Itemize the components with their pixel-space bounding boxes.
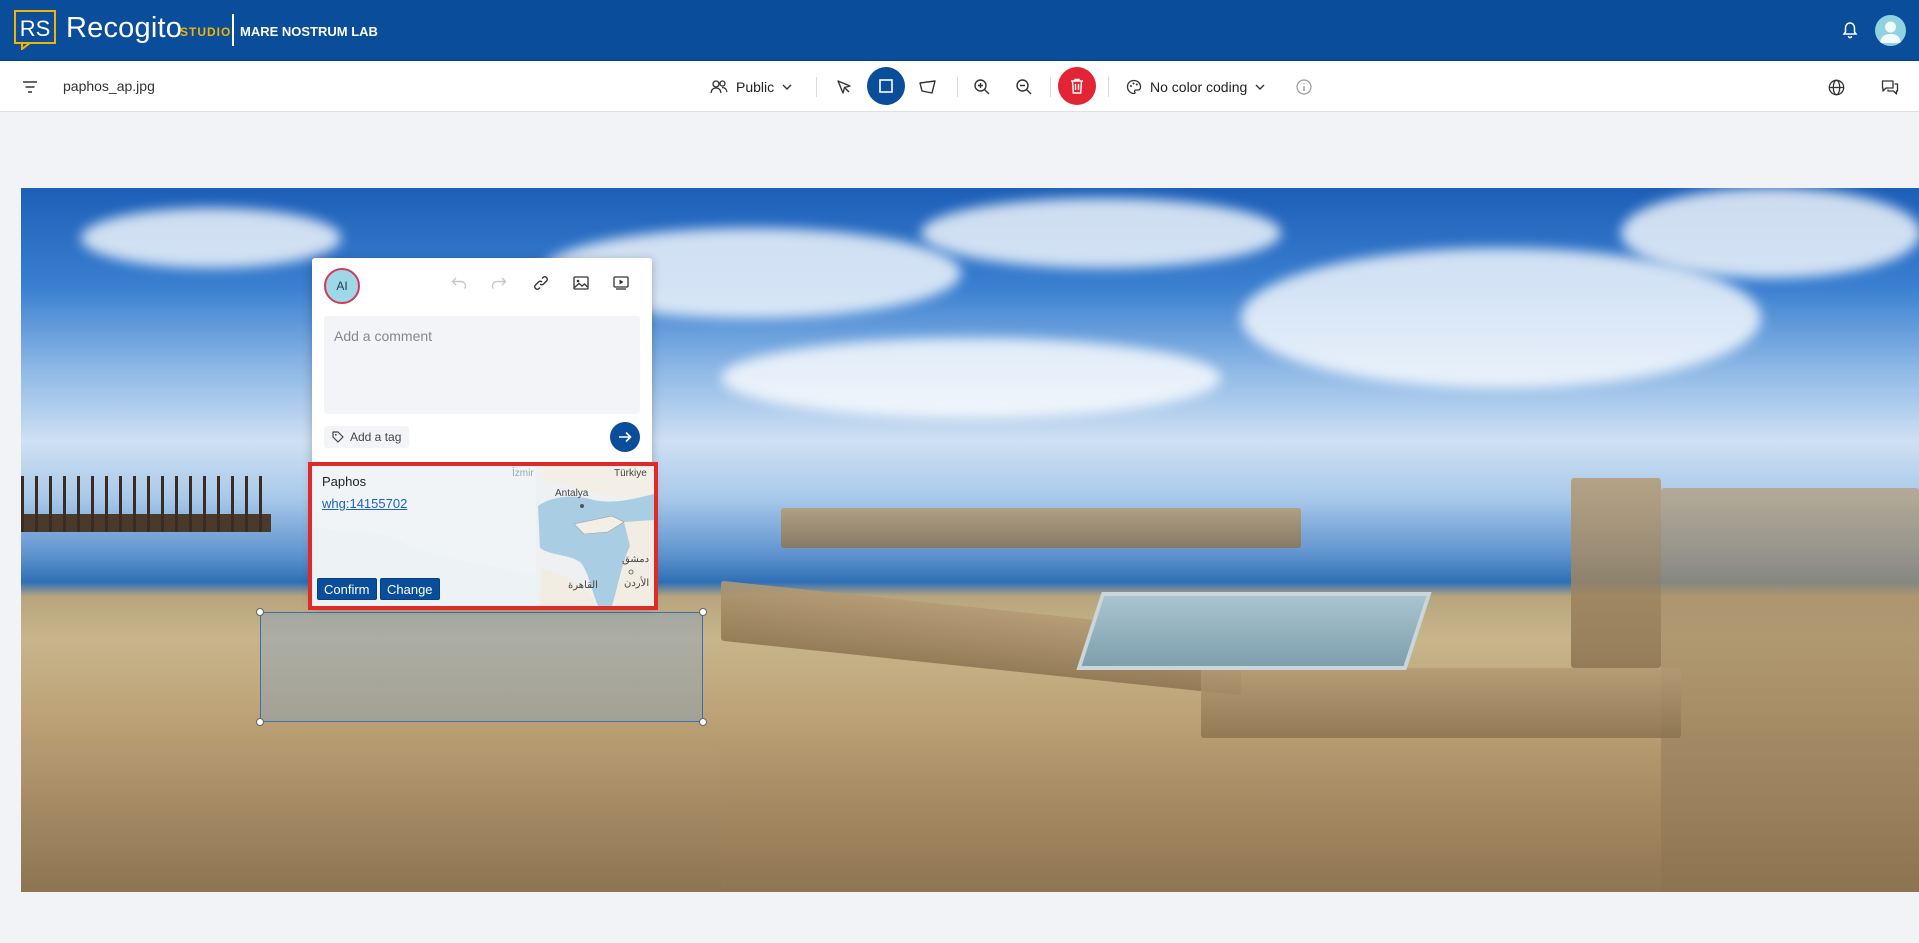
document-filename: paphos_ap.jpg	[63, 78, 155, 94]
map-label-damascus: دمشق	[622, 554, 650, 565]
filter-menu-icon[interactable]	[20, 77, 40, 97]
color-coding-dropdown[interactable]: No color coding	[1126, 73, 1265, 101]
zoom-in-icon[interactable]	[970, 75, 994, 99]
image-boardwalk	[21, 476, 271, 532]
add-tag-button[interactable]: Add a tag	[324, 426, 410, 448]
tag-icon	[332, 431, 344, 443]
organization-name[interactable]: MARE NOSTRUM LAB	[240, 24, 378, 39]
palette-icon	[1126, 79, 1142, 95]
color-coding-label: No color coding	[1150, 79, 1248, 95]
toolbar-separator	[1108, 77, 1109, 97]
info-icon[interactable]	[1294, 77, 1314, 97]
video-icon[interactable]	[610, 272, 632, 294]
change-place-button[interactable]: Change	[380, 578, 440, 600]
image-ruin-wall	[21, 748, 721, 892]
svg-text:RS: RS	[20, 16, 51, 41]
annotated-image-paphos[interactable]	[21, 188, 1919, 892]
top-header: RS Recogito STUDIO MARE NOSTRUM LAB	[0, 0, 1919, 61]
zoom-out-icon[interactable]	[1012, 75, 1036, 99]
user-icon	[1880, 21, 1901, 43]
redo-icon[interactable]	[488, 272, 510, 294]
brand-name: Recogito	[66, 12, 183, 44]
toolbar-separator	[1050, 77, 1051, 97]
arrow-right-icon	[619, 431, 632, 443]
brand-product: STUDIO	[180, 25, 232, 39]
undo-icon[interactable]	[448, 272, 470, 294]
gazetteer-link[interactable]: whg:14155702	[322, 496, 407, 511]
delete-annotation-button[interactable]	[1058, 67, 1096, 105]
image-cloud	[921, 198, 1281, 268]
geotag-card: Türkiye Antalya İzmir دمشق القاهرة الأرد…	[308, 462, 658, 610]
confirm-place-button[interactable]: Confirm	[317, 578, 377, 600]
brand-divider	[232, 14, 234, 46]
image-cloud	[81, 208, 341, 268]
place-name: Paphos	[322, 474, 367, 489]
image-pool	[1076, 592, 1432, 670]
submit-comment-button[interactable]	[610, 422, 640, 452]
map-label-turkiye: Türkiye	[614, 468, 647, 479]
chevron-down-icon	[1255, 84, 1265, 90]
resize-handle[interactable]	[699, 608, 707, 616]
users-icon	[710, 80, 728, 94]
user-avatar[interactable]	[1875, 15, 1906, 46]
map-label-jordan: الأردن	[624, 578, 650, 589]
add-tag-label: Add a tag	[350, 430, 402, 444]
select-tool-cursor-icon[interactable]	[832, 75, 856, 99]
recogito-logo-icon[interactable]: RS	[14, 10, 60, 50]
polygon-tool-icon[interactable]	[916, 75, 940, 99]
image-cloud	[721, 338, 1221, 418]
comments-panel-icon[interactable]	[1879, 76, 1901, 98]
map-label-cairo: القاهرة	[568, 580, 598, 591]
visibility-dropdown[interactable]: Public	[710, 73, 792, 101]
link-icon[interactable]	[530, 272, 552, 294]
notifications-bell-icon[interactable]	[1840, 20, 1860, 40]
image-ruin-wall	[1661, 488, 1919, 892]
comment-input[interactable]	[324, 316, 640, 414]
annotator-avatar: AI	[324, 268, 360, 304]
map-label-antalya: Antalya	[555, 488, 589, 499]
trash-icon	[1071, 78, 1083, 94]
globe-icon[interactable]	[1825, 76, 1847, 98]
image-ruin-wall	[1201, 668, 1681, 738]
annotation-selection-rectangle[interactable]	[256, 608, 707, 726]
image-ruin-wall	[1571, 478, 1661, 668]
rectangle-tool-button[interactable]	[867, 67, 905, 105]
resize-handle[interactable]	[699, 718, 707, 726]
chevron-down-icon	[782, 84, 792, 90]
toolbar-separator	[957, 77, 958, 97]
image-ruin-wall	[781, 508, 1301, 548]
resize-handle[interactable]	[256, 608, 264, 616]
resize-handle[interactable]	[256, 718, 264, 726]
image-cloud	[1621, 188, 1919, 278]
toolbar-separator	[816, 77, 817, 97]
rectangle-icon	[879, 79, 893, 93]
image-icon[interactable]	[570, 272, 592, 294]
map-label-izmir: İzmir	[512, 468, 534, 479]
annotation-toolbar: paphos_ap.jpg Public No color coding	[0, 61, 1919, 112]
visibility-label: Public	[736, 79, 775, 95]
